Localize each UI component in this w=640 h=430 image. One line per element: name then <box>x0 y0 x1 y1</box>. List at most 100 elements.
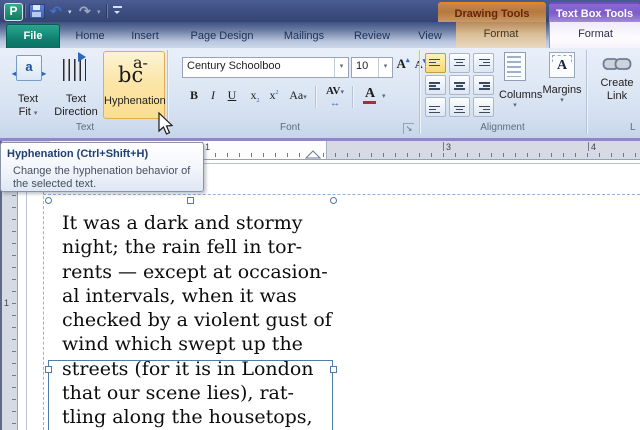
align-middle-right-button[interactable] <box>473 75 494 95</box>
text-direction-label2: Direction <box>54 106 98 118</box>
redo-icon[interactable]: ↷ <box>79 2 91 20</box>
change-case-button[interactable]: Aa▾ <box>286 88 310 108</box>
superscript-button[interactable]: x2 <box>266 88 282 108</box>
tab-view[interactable]: View <box>406 25 454 48</box>
tab-mailings[interactable]: Mailings <box>274 25 334 48</box>
text-line: It was a dark and stormy <box>62 212 303 234</box>
font-size-dropdown-icon[interactable]: ▾ <box>378 58 392 77</box>
create-link-label1: Create <box>600 77 634 89</box>
underline-button[interactable]: U <box>224 88 240 108</box>
subscript-2: 2 <box>256 98 260 104</box>
font-dialog-launcher[interactable]: ↘ <box>403 123 414 134</box>
text-line: al intervals, when it was <box>62 284 297 307</box>
font-name-dropdown-icon[interactable]: ▾ <box>334 58 348 77</box>
tfit-arrow-left: ◂ <box>12 69 17 78</box>
create-link-button[interactable]: Create Link <box>594 53 640 103</box>
tab-format-textbox-active[interactable]: Format <box>549 22 640 48</box>
page-left-edge <box>26 163 27 430</box>
font-color-swatch <box>363 101 376 104</box>
text-direction-button[interactable]: Text Direction <box>52 51 100 119</box>
text-line: night; the rain fell in tor- <box>62 236 303 259</box>
qat-arrow <box>114 11 120 17</box>
align-top-left-button[interactable] <box>425 53 446 73</box>
tfit-arrow-right: ▸ <box>41 69 46 78</box>
columns-button[interactable]: Columns ▾ <box>499 52 542 109</box>
tab-page-design[interactable]: Page Design <box>175 25 269 48</box>
text-fit-button[interactable]: ◂ a ▸ Text Fit ▾ <box>6 51 50 119</box>
text-line: rents — except at occasion- <box>62 260 328 283</box>
text-group-label: Text <box>75 122 95 133</box>
hyph-icon-a: a- <box>133 53 148 72</box>
hyphenation-label: Hyphenation <box>104 95 166 107</box>
handle-top-left[interactable] <box>44 196 52 204</box>
subscript-x: x <box>250 88 257 102</box>
ribbon-tab-row: Format Format File Home Insert Page Desi… <box>0 22 640 49</box>
undo-icon[interactable]: ↶ <box>50 2 62 20</box>
save-icon[interactable] <box>29 4 45 19</box>
font-color-letter: A <box>364 86 376 101</box>
text-fit-label2: Fit ▾ <box>18 106 38 118</box>
superscript-x: x <box>269 88 276 102</box>
tab-review[interactable]: Review <box>344 25 400 48</box>
redo-dropdown-icon[interactable]: ▾ <box>97 8 101 16</box>
text-line: checked by a violent gust of <box>62 309 332 332</box>
margins-icon-dash <box>552 55 572 62</box>
linking-group-label: L <box>630 122 636 133</box>
undo-dropdown-icon[interactable]: ▾ <box>68 8 72 16</box>
margin-guide-horizontal <box>43 194 640 195</box>
align-top-center-button[interactable] <box>449 53 470 73</box>
create-link-label2: Link <box>606 90 628 102</box>
qat-bar <box>113 6 122 8</box>
publisher-window: P ↶ ▾ ↷ ▾ Drawing Tools Text Box Tools F… <box>0 0 640 430</box>
font-size-combo[interactable]: 10 ▾ <box>351 57 393 78</box>
font-color-dropdown-icon[interactable]: ▾ <box>382 92 386 100</box>
group-separator <box>419 50 421 134</box>
italic-button[interactable]: I <box>206 88 220 108</box>
ribbon: ◂ a ▸ Text Fit ▾ Text Direction bc a- Hyph… <box>0 48 640 141</box>
columns-icon <box>504 52 526 81</box>
hyphenation-button[interactable]: bc a- Hyphenation <box>103 51 166 119</box>
tab-file[interactable]: File <box>6 24 60 49</box>
publisher-app-icon[interactable]: P <box>4 3 23 21</box>
small-separator <box>352 86 354 108</box>
tab-home[interactable]: Home <box>66 25 114 48</box>
grow-font-button[interactable]: A▴ <box>395 56 411 76</box>
margins-button[interactable]: A Margins ▾ <box>542 52 582 104</box>
title-bar: P ↶ ▾ ↷ ▾ Drawing Tools Text Box Tools <box>0 0 640 24</box>
text-fit-dropdown-icon: ▾ <box>33 110 38 117</box>
margin-guide-vertical <box>43 166 44 430</box>
tab-format-drawing[interactable]: Format <box>456 22 546 48</box>
grow-font-arrow-icon: ▴ <box>405 56 410 64</box>
vruler-ticks <box>12 160 16 430</box>
align-bottom-right-button[interactable] <box>473 97 494 117</box>
character-spacing-button[interactable]: AV▾ ↔ <box>322 86 348 110</box>
quick-access-customize-icon[interactable] <box>111 5 124 17</box>
text-line: tling along the housetops, <box>62 406 313 429</box>
indent-marker-icon[interactable] <box>305 150 321 159</box>
change-case-dropdown-icon: ▾ <box>303 93 307 101</box>
tooltip-title: Hyphenation (Ctrl+Shift+H) <box>7 148 149 160</box>
handle-top-center[interactable] <box>187 196 194 204</box>
vertical-ruler[interactable]: 1 <box>0 160 18 430</box>
font-color-button[interactable]: A <box>362 86 378 106</box>
bold-button[interactable]: B <box>186 88 202 108</box>
align-middle-center-button[interactable] <box>449 75 470 95</box>
text-fit-icon: ◂ a ▸ <box>12 55 46 81</box>
alignment-group-label: Alignment <box>480 122 525 133</box>
spacing-dropdown-icon: ▾ <box>340 88 344 96</box>
align-bottom-left-button[interactable] <box>425 97 446 117</box>
align-middle-left-button[interactable] <box>425 75 446 95</box>
text-fit-label1: Text <box>17 93 39 105</box>
font-name-combo[interactable]: Century Schoolboo ▾ <box>182 57 349 78</box>
tab-insert[interactable]: Insert <box>121 25 169 48</box>
text-box-tools-header: Text Box Tools <box>549 2 640 24</box>
page-workspace[interactable]: 1 It was a dark and stormy night; the ra… <box>0 160 640 430</box>
subscript-button[interactable]: x2 <box>247 88 263 108</box>
text-direction-label1: Text <box>65 93 87 105</box>
handle-middle-left[interactable] <box>44 365 52 373</box>
story-text[interactable]: It was a dark and stormy night; the rain… <box>62 211 334 430</box>
align-top-right-button[interactable] <box>473 53 494 73</box>
handle-top-right[interactable] <box>329 196 337 204</box>
align-bottom-center-button[interactable] <box>449 97 470 117</box>
handle-middle-right[interactable] <box>329 365 337 373</box>
